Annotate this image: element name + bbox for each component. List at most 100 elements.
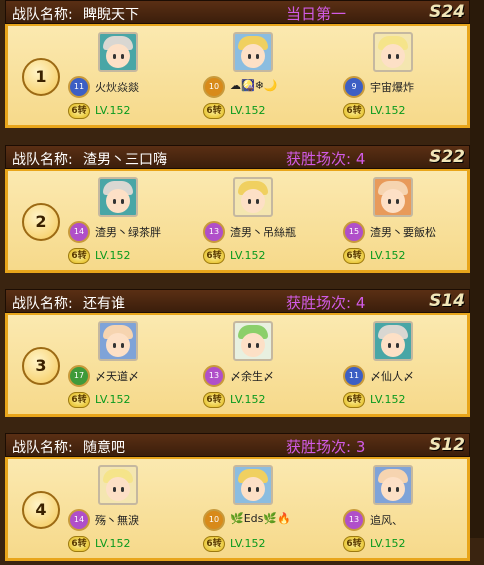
team-name-label: 战队名称:: [12, 440, 73, 456]
member-name: 追风、: [370, 514, 403, 527]
member-slot[interactable]: 11 火炏焱燚 6转 LV.152: [68, 26, 218, 126]
avatar[interactable]: [233, 177, 273, 217]
member-slot[interactable]: 14 殇丶無淚 6转 LV.152: [68, 459, 218, 559]
team-body: 3 17 〆天道〆 6转 LV.152 13 〆余生〆 6转 LV.152 11 〆仙人〆 6转 LV.…: [5, 313, 470, 417]
team-name-label: 战队名称:: [12, 296, 73, 312]
team-stat: 当日第一: [286, 5, 347, 23]
member-name: 渣男丶要飯松: [370, 226, 436, 239]
rank-badge-icon: 10: [203, 76, 225, 98]
member-slot[interactable]: 10 ☁🎑❄🌙 6转 LV.152: [203, 26, 353, 126]
rebirth-coin-icon: 6转: [203, 536, 225, 552]
rank-badge-icon: 14: [68, 509, 90, 531]
rebirth-coin-icon: 6转: [343, 103, 365, 119]
team-header: 战队名称: 睥睨天下 当日第一 S24: [5, 0, 470, 24]
team-card[interactable]: 战队名称: 还有谁 获胜场次: 4 S14 3 17 〆天道〆 6转 LV.152 13 〆余生〆 6…: [5, 289, 470, 421]
server-tag: S24: [429, 2, 465, 22]
rebirth-coin-icon: 6转: [68, 248, 90, 264]
member-slot[interactable]: 13 渣男丶吊絲瓶 6转 LV.152: [203, 171, 353, 271]
rebirth-coin-icon: 6转: [68, 103, 90, 119]
avatar[interactable]: [233, 32, 273, 72]
team-header: 战队名称: 还有谁 获胜场次: 4 S14: [5, 289, 470, 313]
rebirth-coin-icon: 6转: [203, 392, 225, 408]
member-level: LV.152: [230, 393, 266, 406]
member-level: LV.152: [95, 537, 131, 550]
member-name: 渣男丶吊絲瓶: [230, 226, 296, 239]
team-stat: 获胜场次: 4: [286, 150, 366, 168]
rank-medal: 4: [22, 491, 60, 529]
member-slot[interactable]: 10 🌿Eds🌿🔥 6转 LV.152: [203, 459, 353, 559]
member-name: 〆仙人〆: [370, 370, 414, 383]
rank-badge-icon: 10: [203, 509, 225, 531]
team-card[interactable]: 战队名称: 随意吧 获胜场次: 3 S12 4 14 殇丶無淚 6转 LV.152 10 🌿Eds🌿…: [5, 433, 470, 565]
team-body: 4 14 殇丶無淚 6转 LV.152 10 🌿Eds🌿🔥 6转 LV.152 13 追风、 6转 LV…: [5, 457, 470, 561]
avatar[interactable]: [373, 177, 413, 217]
member-slot[interactable]: 13 〆余生〆 6转 LV.152: [203, 315, 353, 415]
rebirth-coin-icon: 6转: [343, 392, 365, 408]
team-card[interactable]: 战队名称: 渣男丶三口嗨 获胜场次: 4 S22 2 14 渣男丶绿茶胖 6转 LV.152 13…: [5, 145, 470, 277]
rank-badge-icon: 9: [343, 76, 365, 98]
rebirth-coin-icon: 6转: [68, 392, 90, 408]
rebirth-coin-icon: 6转: [68, 536, 90, 552]
member-slot[interactable]: 9 宇宙爆炸 6转 LV.152: [343, 26, 484, 126]
rank-badge-icon: 17: [68, 365, 90, 387]
member-level: LV.152: [230, 104, 266, 117]
team-header: 战队名称: 随意吧 获胜场次: 3 S12: [5, 433, 470, 457]
rank-badge-icon: 11: [68, 76, 90, 98]
team-name-label: 战队名称:: [12, 7, 73, 23]
avatar[interactable]: [233, 321, 273, 361]
team-name: 随意吧: [83, 440, 125, 456]
rebirth-coin-icon: 6转: [343, 536, 365, 552]
team-body: 1 11 火炏焱燚 6转 LV.152 10 ☁🎑❄🌙 6转 LV.152 9 宇宙爆炸 6转 LV.1…: [5, 24, 470, 128]
server-tag: S14: [429, 291, 465, 311]
member-name: 宇宙爆炸: [370, 81, 414, 94]
avatar[interactable]: [373, 321, 413, 361]
team-stat: 获胜场次: 3: [286, 438, 366, 456]
member-slot[interactable]: 17 〆天道〆 6转 LV.152: [68, 315, 218, 415]
member-slot[interactable]: 13 追风、 6转 LV.152: [343, 459, 484, 559]
team-name: 还有谁: [83, 296, 125, 312]
member-name: ☁🎑❄🌙: [230, 79, 278, 92]
member-name: 火炏焱燚: [95, 81, 139, 94]
rank-badge-icon: 13: [343, 509, 365, 531]
member-slot[interactable]: 14 渣男丶绿茶胖 6转 LV.152: [68, 171, 218, 271]
avatar[interactable]: [98, 465, 138, 505]
avatar[interactable]: [373, 465, 413, 505]
rebirth-coin-icon: 6转: [343, 248, 365, 264]
member-slot[interactable]: 15 渣男丶要飯松 6转 LV.152: [343, 171, 484, 271]
rank-badge-icon: 13: [203, 365, 225, 387]
member-name: 〆天道〆: [95, 370, 139, 383]
member-level: LV.152: [95, 393, 131, 406]
rank-badge-icon: 11: [343, 365, 365, 387]
member-level: LV.152: [95, 104, 131, 117]
member-slot[interactable]: 11 〆仙人〆 6转 LV.152: [343, 315, 484, 415]
member-level: LV.152: [370, 393, 406, 406]
team-stat: 获胜场次: 4: [286, 294, 366, 312]
member-level: LV.152: [370, 104, 406, 117]
avatar[interactable]: [98, 321, 138, 361]
rank-badge-icon: 14: [68, 221, 90, 243]
avatar[interactable]: [98, 177, 138, 217]
team-name: 睥睨天下: [83, 7, 139, 23]
member-name: 🌿Eds🌿🔥: [230, 512, 291, 525]
server-tag: S12: [429, 435, 465, 455]
scroll-edge: [470, 0, 484, 538]
member-level: LV.152: [370, 249, 406, 262]
avatar[interactable]: [233, 465, 273, 505]
team-card[interactable]: 战队名称: 睥睨天下 当日第一 S24 1 11 火炏焱燚 6转 LV.152 10 ☁🎑❄🌙 6转 L…: [5, 0, 470, 132]
rank-medal: 2: [22, 203, 60, 241]
team-name: 渣男丶三口嗨: [83, 152, 167, 168]
rebirth-coin-icon: 6转: [203, 248, 225, 264]
member-level: LV.152: [230, 537, 266, 550]
rebirth-coin-icon: 6转: [203, 103, 225, 119]
team-body: 2 14 渣男丶绿茶胖 6转 LV.152 13 渣男丶吊絲瓶 6转 LV.152 15 渣男丶要飯…: [5, 169, 470, 273]
member-level: LV.152: [230, 249, 266, 262]
member-level: LV.152: [95, 249, 131, 262]
rank-medal: 3: [22, 347, 60, 385]
rank-badge-icon: 15: [343, 221, 365, 243]
server-tag: S22: [429, 147, 465, 167]
rank-badge-icon: 13: [203, 221, 225, 243]
avatar[interactable]: [373, 32, 413, 72]
avatar[interactable]: [98, 32, 138, 72]
team-name-label: 战队名称:: [12, 152, 73, 168]
member-level: LV.152: [370, 537, 406, 550]
